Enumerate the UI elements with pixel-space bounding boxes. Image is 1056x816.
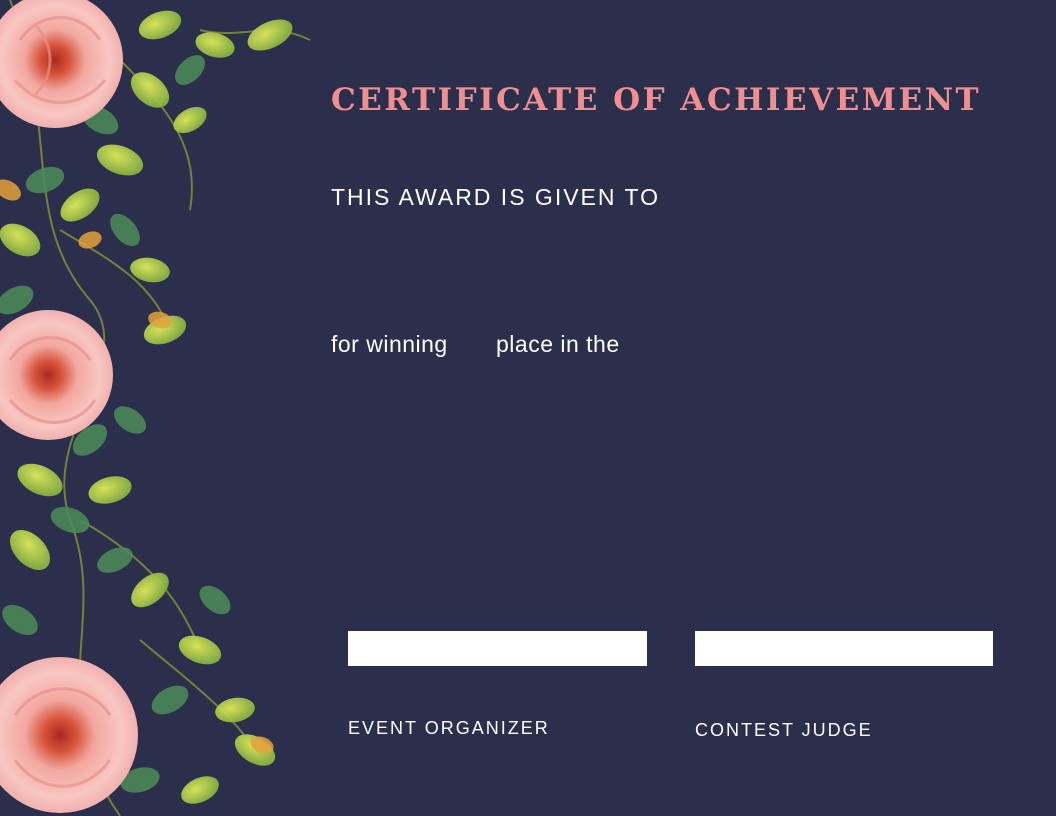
event-organizer-signature-box[interactable] bbox=[348, 631, 647, 666]
event-organizer-label: EVENT ORGANIZER bbox=[348, 718, 550, 738]
rose-floral-border-icon bbox=[0, 0, 311, 816]
certificate-title: CERTIFICATE OF ACHIEVEMENT bbox=[331, 82, 982, 118]
contest-judge-signature-box[interactable] bbox=[695, 631, 993, 666]
for-winning-text: for winning bbox=[331, 331, 448, 357]
given-to-text: THIS AWARD IS GIVEN TO bbox=[331, 184, 660, 210]
certificate-page: CERTIFICATE OF ACHIEVEMENT THIS AWARD IS… bbox=[0, 0, 1056, 816]
contest-judge-label: CONTEST JUDGE bbox=[695, 720, 873, 740]
place-in-text: place in the bbox=[496, 331, 620, 357]
